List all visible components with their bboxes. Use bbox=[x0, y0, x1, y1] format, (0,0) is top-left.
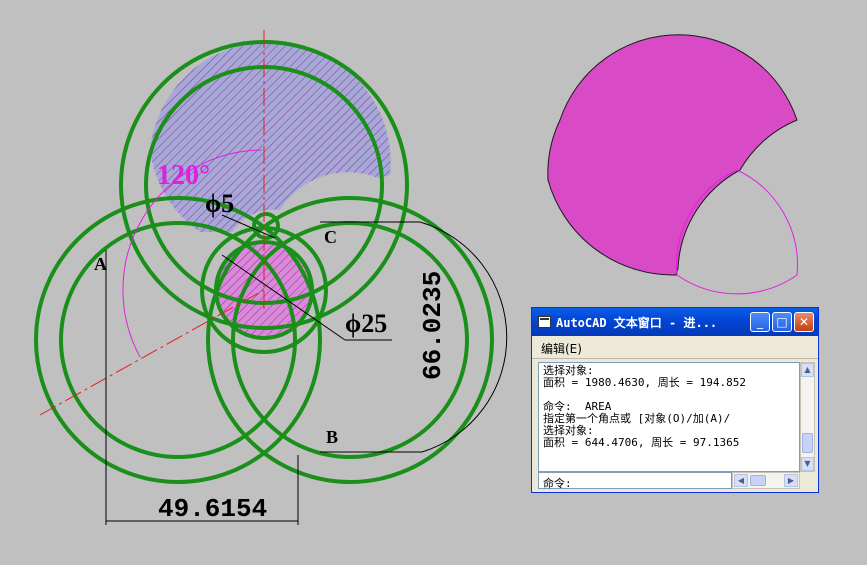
scroll-right-icon[interactable]: ▶ bbox=[784, 474, 798, 487]
command-history[interactable]: 选择对象: 面积 = 1980.4630, 周长 = 194.852 命令: A… bbox=[538, 362, 800, 472]
scroll-down-icon[interactable]: ▼ bbox=[801, 457, 814, 471]
menu-bar: 编辑(E) bbox=[532, 336, 818, 359]
history-line: 面积 = 1980.4630, 周长 = 194.852 bbox=[543, 376, 746, 389]
maximize-button[interactable]: □ bbox=[772, 312, 792, 332]
large-diameter-label: ϕ25 bbox=[345, 309, 387, 338]
scroll-up-icon[interactable]: ▲ bbox=[801, 363, 814, 377]
hatched-crescent bbox=[150, 41, 391, 232]
area-shape bbox=[547, 34, 798, 276]
horizontal-scroll-thumb[interactable] bbox=[750, 475, 766, 486]
minimize-button[interactable]: _ bbox=[750, 312, 770, 332]
horizontal-dimension-label: 49.6154 bbox=[158, 494, 267, 524]
point-c-label: C bbox=[324, 227, 337, 247]
close-button[interactable]: ✕ bbox=[794, 312, 814, 332]
scroll-left-icon[interactable]: ◀ bbox=[734, 474, 748, 487]
history-line: 面积 = 644.4706, 周长 = 97.1365 bbox=[543, 436, 740, 449]
point-a-label: A bbox=[94, 254, 107, 274]
vertical-scroll-thumb[interactable] bbox=[802, 433, 813, 453]
horizontal-scrollbar[interactable]: ◀ ▶ bbox=[732, 472, 800, 489]
window-titlebar[interactable]: AutoCAD 文本窗口 - 进... _ □ ✕ bbox=[532, 308, 818, 336]
angle-label: 120° bbox=[157, 160, 210, 191]
menu-edit[interactable]: 编辑(E) bbox=[541, 340, 582, 357]
small-diameter-label: ϕ5 bbox=[205, 189, 234, 218]
command-prompt: 命令: bbox=[543, 477, 572, 490]
vertical-dimension-label: 66.0235 bbox=[418, 271, 448, 380]
point-b-label: B bbox=[326, 427, 338, 447]
command-input[interactable]: 命令: bbox=[538, 472, 732, 490]
window-title: AutoCAD 文本窗口 - 进... bbox=[556, 316, 718, 330]
vertical-scrollbar[interactable]: ▲ ▼ bbox=[800, 362, 815, 472]
autocad-text-window[interactable]: AutoCAD 文本窗口 - 进... _ □ ✕ 编辑(E) 选择对象: 面积… bbox=[531, 307, 819, 493]
app-icon bbox=[538, 316, 551, 328]
